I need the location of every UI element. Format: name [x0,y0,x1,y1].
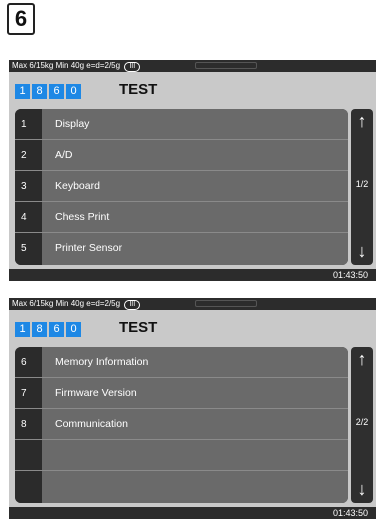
item-label: Keyboard [42,171,348,202]
menu-list: 6 Memory Information 7 Firmware Version … [15,347,348,503]
code-digit: 1 [15,322,30,337]
menu-code: 1 8 6 0 [15,322,81,337]
code-digit: 8 [32,84,47,99]
item-label: Printer Sensor [42,233,348,265]
arrow-down-icon[interactable]: ↓ [351,241,373,261]
item-number [15,471,42,503]
menu-list: 1 Display 2 A/D 3 Keyboard 4 Chess Print… [15,109,348,265]
item-label [42,440,348,471]
item-number: 3 [15,171,42,202]
item-number [15,440,42,471]
code-digit: 6 [49,84,64,99]
clock: 01:43:50 [332,508,368,518]
menu-item-communication[interactable]: 8 Communication [15,409,348,440]
menu-item-display[interactable]: 1 Display [15,109,348,140]
status-indicator-slot [195,62,257,69]
bottom-bar: 01:43:50 [9,269,376,281]
arrow-up-icon[interactable]: ↑ [351,111,373,131]
item-number: 8 [15,409,42,440]
menu-item-keyboard[interactable]: 3 Keyboard [15,171,348,202]
item-label: Display [42,109,348,140]
scale-spec: Max 6/15kg Min 40g e=d=2/5g III [12,298,141,310]
item-number: 5 [15,233,42,265]
status-indicator-slot [195,300,257,307]
item-number: 6 [15,347,42,378]
item-label: Chess Print [42,202,348,233]
menu-item-memory-information[interactable]: 6 Memory Information [15,347,348,378]
item-number: 4 [15,202,42,233]
status-bar: Max 6/15kg Min 40g e=d=2/5g III [9,298,376,310]
menu-item-firmware-version[interactable]: 7 Firmware Version [15,378,348,409]
scale-spec: Max 6/15kg Min 40g e=d=2/5g III [12,60,141,72]
item-label [42,471,348,503]
page-indicator: 1/2 [355,179,369,189]
arrow-down-icon[interactable]: ↓ [351,479,373,499]
code-digit: 8 [32,322,47,337]
menu-item-ad[interactable]: 2 A/D [15,140,348,171]
arrow-up-icon[interactable]: ↑ [351,349,373,369]
accuracy-class-badge: III [124,62,141,72]
menu-item-empty [15,471,348,503]
bottom-bar: 01:43:50 [9,507,376,519]
scale-screen-page-1: Max 6/15kg Min 40g e=d=2/5g III 1 8 6 0 … [9,60,376,281]
item-number: 7 [15,378,42,409]
item-number: 1 [15,109,42,140]
clock: 01:43:50 [332,270,368,280]
scale-screen-page-2: Max 6/15kg Min 40g e=d=2/5g III 1 8 6 0 … [9,298,376,519]
page-scrollbar: ↑ 1/2 ↓ [351,109,373,265]
menu-code: 1 8 6 0 [15,84,81,99]
menu-item-printer-sensor[interactable]: 5 Printer Sensor [15,233,348,265]
code-digit: 0 [66,322,81,337]
item-label: A/D [42,140,348,171]
code-digit: 6 [49,322,64,337]
code-digit: 0 [66,84,81,99]
item-label: Communication [42,409,348,440]
menu-item-empty [15,440,348,471]
status-bar: Max 6/15kg Min 40g e=d=2/5g III [9,60,376,72]
item-label: Memory Information [42,347,348,378]
page-scrollbar: ↑ 2/2 ↓ [351,347,373,503]
step-number: 6 [7,3,35,35]
page-indicator: 2/2 [355,417,369,427]
item-label: Firmware Version [42,378,348,409]
accuracy-class-badge: III [124,300,141,310]
item-number: 2 [15,140,42,171]
menu-item-chess-print[interactable]: 4 Chess Print [15,202,348,233]
page-title: TEST [119,81,158,98]
code-digit: 1 [15,84,30,99]
page-title: TEST [119,319,158,336]
